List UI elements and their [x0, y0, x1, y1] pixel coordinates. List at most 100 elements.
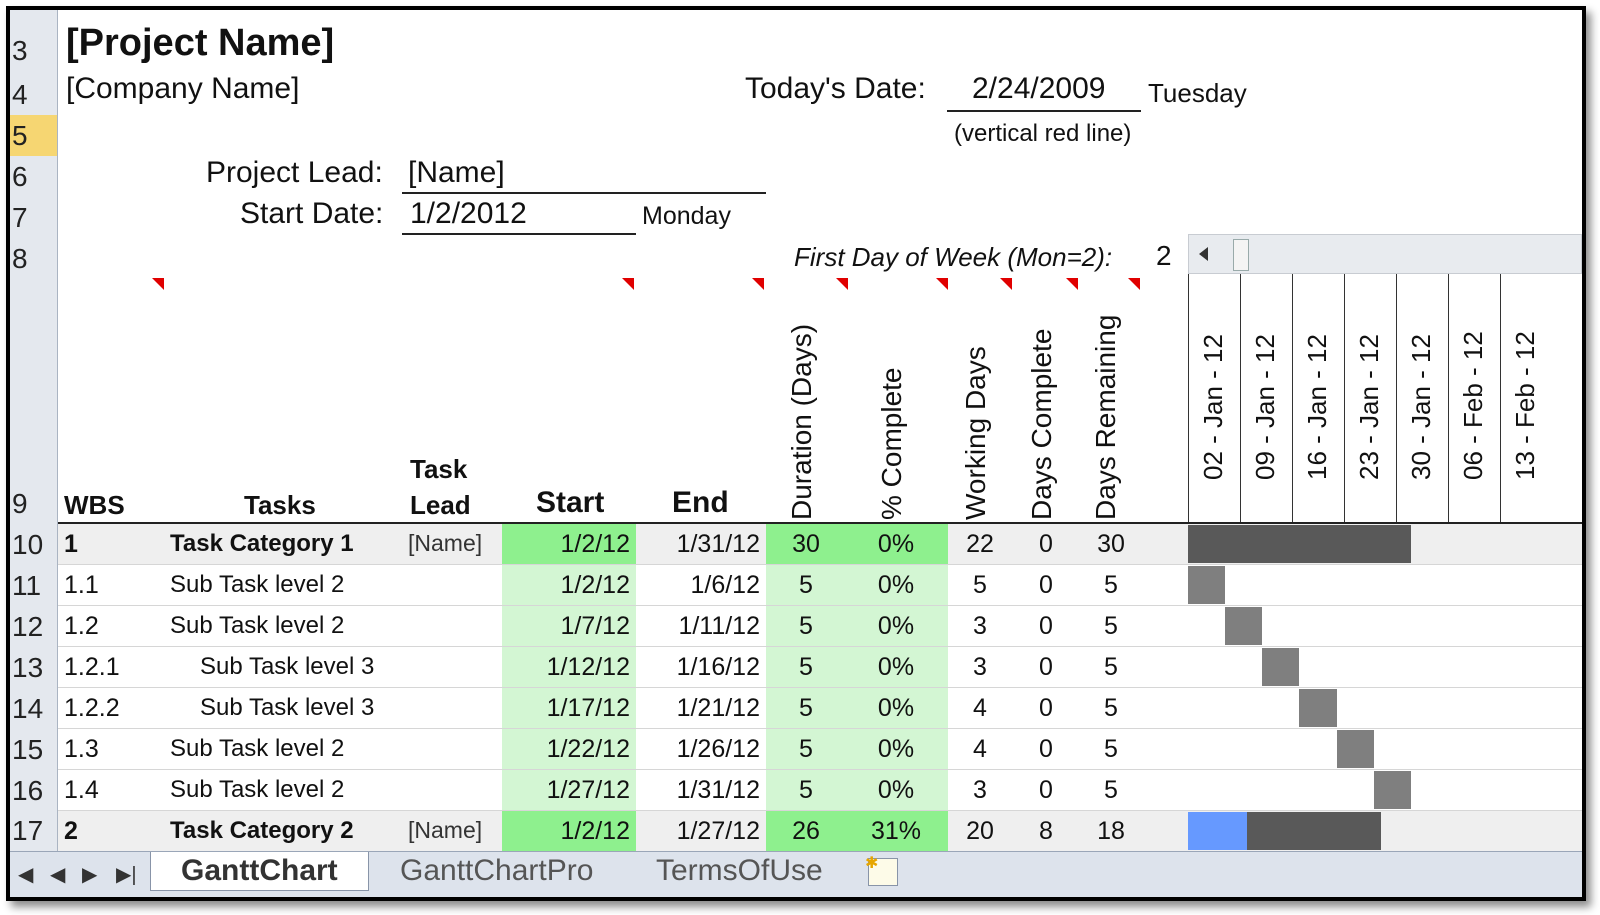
task-lead-cell[interactable]: [Name] [408, 817, 498, 844]
duration-cell[interactable]: 5 [770, 653, 842, 682]
wbs-cell[interactable]: 1.4 [64, 776, 164, 805]
working-days-cell[interactable]: 4 [950, 694, 1010, 723]
days-remaining-cell[interactable]: 5 [1078, 653, 1144, 682]
pct-complete-cell[interactable]: 0% [856, 653, 936, 682]
col-header-end[interactable]: End [672, 486, 729, 520]
start-date-cell[interactable]: 1/2/12 [506, 817, 630, 846]
row-header-13[interactable]: 13 [10, 647, 58, 688]
tab-nav-prev-icon[interactable]: ◀ [50, 862, 65, 887]
duration-cell[interactable]: 26 [770, 817, 842, 846]
end-date-cell[interactable]: 1/16/12 [636, 653, 760, 682]
task-name-cell[interactable]: Sub Task level 3 [200, 694, 420, 722]
row-header-3[interactable]: 3 [10, 28, 58, 74]
row-header-10[interactable]: 10 [10, 524, 58, 565]
days-complete-cell[interactable]: 0 [1016, 530, 1076, 559]
task-name-cell[interactable]: Sub Task level 2 [170, 612, 390, 640]
col-header-days-remaining[interactable]: Days Remaining [1090, 315, 1122, 520]
working-days-cell[interactable]: 3 [950, 776, 1010, 805]
wbs-cell[interactable]: 1.3 [64, 735, 164, 764]
gantt-task-bar[interactable] [1262, 648, 1300, 686]
gantt-task-bar[interactable] [1299, 689, 1337, 727]
wbs-cell[interactable]: 2 [64, 817, 164, 846]
scroll-left-arrow-icon[interactable] [1199, 247, 1208, 261]
project-name[interactable]: [Project Name] [66, 22, 334, 65]
scroll-thumb[interactable] [1233, 239, 1249, 271]
start-date-cell[interactable]: 1/22/12 [506, 735, 630, 764]
days-remaining-cell[interactable]: 5 [1078, 694, 1144, 723]
pct-complete-cell[interactable]: 0% [856, 735, 936, 764]
col-header-tasks[interactable]: Tasks [244, 490, 316, 521]
days-remaining-cell[interactable]: 5 [1078, 612, 1144, 641]
days-complete-cell[interactable]: 0 [1016, 612, 1076, 641]
wbs-cell[interactable]: 1.2 [64, 612, 164, 641]
pct-complete-cell[interactable]: 0% [856, 571, 936, 600]
days-complete-cell[interactable]: 8 [1016, 817, 1076, 846]
start-date-cell[interactable]: 1/12/12 [506, 653, 630, 682]
row-header-6[interactable]: 6 [10, 156, 58, 197]
col-header-start[interactable]: Start [536, 486, 604, 520]
col-header-working-days[interactable]: Working Days [960, 346, 992, 520]
end-date-cell[interactable]: 1/6/12 [636, 571, 760, 600]
row-header-11[interactable]: 11 [10, 565, 58, 606]
todays-date-value[interactable]: 2/24/2009 [972, 72, 1105, 106]
days-remaining-cell[interactable]: 5 [1078, 776, 1144, 805]
gantt-task-bar[interactable] [1188, 566, 1226, 604]
col-header-task-lead-2[interactable]: Lead [410, 490, 471, 521]
row-header-7[interactable]: 7 [10, 197, 58, 238]
col-header-duration[interactable]: Duration (Days) [786, 324, 818, 520]
tab-nav-first-icon[interactable]: ◀ [18, 862, 33, 887]
tab-ganttchartpro[interactable]: GanttChartPro [370, 852, 623, 890]
pct-complete-cell[interactable]: 0% [856, 530, 936, 559]
days-complete-cell[interactable]: 0 [1016, 735, 1076, 764]
row-header-17[interactable]: 17 [10, 811, 58, 851]
working-days-cell[interactable]: 3 [950, 612, 1010, 641]
task-name-cell[interactable]: Sub Task level 2 [170, 776, 390, 804]
gantt-task-bar[interactable] [1336, 730, 1374, 768]
tab-termsofuse[interactable]: TermsOfUse [626, 852, 853, 890]
end-date-cell[interactable]: 1/21/12 [636, 694, 760, 723]
days-complete-cell[interactable]: 0 [1016, 694, 1076, 723]
tab-nav-next-icon[interactable]: ▶ [82, 862, 97, 887]
task-name-cell[interactable]: Sub Task level 2 [170, 571, 390, 599]
col-header-task-lead-1[interactable]: Task [410, 454, 467, 485]
row-header-8[interactable]: 8 [10, 238, 58, 279]
start-date-value[interactable]: 1/2/2012 [410, 197, 527, 231]
insert-sheet-icon[interactable]: ✱ [865, 855, 898, 886]
start-date-cell[interactable]: 1/17/12 [506, 694, 630, 723]
working-days-cell[interactable]: 4 [950, 735, 1010, 764]
days-remaining-cell[interactable]: 5 [1078, 571, 1144, 600]
col-header-wbs[interactable]: WBS [64, 490, 125, 521]
days-remaining-cell[interactable]: 18 [1078, 817, 1144, 846]
duration-cell[interactable]: 5 [770, 735, 842, 764]
company-name[interactable]: [Company Name] [66, 72, 299, 106]
pct-complete-cell[interactable]: 0% [856, 776, 936, 805]
week-scrollbar[interactable] [1188, 234, 1582, 274]
row-header-9[interactable]: 9 [10, 279, 58, 524]
pct-complete-cell[interactable]: 0% [856, 612, 936, 641]
tab-nav-last-icon[interactable]: ▶| [116, 862, 137, 887]
row-header-12[interactable]: 12 [10, 606, 58, 647]
pct-complete-cell[interactable]: 31% [856, 817, 936, 846]
task-lead-cell[interactable]: [Name] [408, 530, 498, 557]
working-days-cell[interactable]: 22 [950, 530, 1010, 559]
row-header-4[interactable]: 4 [10, 74, 58, 115]
task-name-cell[interactable]: Sub Task level 3 [200, 653, 420, 681]
task-name-cell[interactable]: Task Category 2 [170, 817, 390, 845]
working-days-cell[interactable]: 5 [950, 571, 1010, 600]
duration-cell[interactable]: 5 [770, 571, 842, 600]
first-day-value[interactable]: 2 [1156, 240, 1172, 272]
pct-complete-cell[interactable]: 0% [856, 694, 936, 723]
duration-cell[interactable]: 5 [770, 612, 842, 641]
days-remaining-cell[interactable]: 30 [1078, 530, 1144, 559]
task-name-cell[interactable]: Task Category 1 [170, 530, 390, 558]
project-lead-value[interactable]: [Name] [408, 156, 505, 190]
wbs-cell[interactable]: 1 [64, 530, 164, 559]
days-complete-cell[interactable]: 0 [1016, 776, 1076, 805]
end-date-cell[interactable]: 1/11/12 [636, 612, 760, 641]
end-date-cell[interactable]: 1/26/12 [636, 735, 760, 764]
days-remaining-cell[interactable]: 5 [1078, 735, 1144, 764]
duration-cell[interactable]: 5 [770, 776, 842, 805]
row-header-15[interactable]: 15 [10, 729, 58, 770]
days-complete-cell[interactable]: 0 [1016, 571, 1076, 600]
wbs-cell[interactable]: 1.2.2 [64, 694, 164, 723]
